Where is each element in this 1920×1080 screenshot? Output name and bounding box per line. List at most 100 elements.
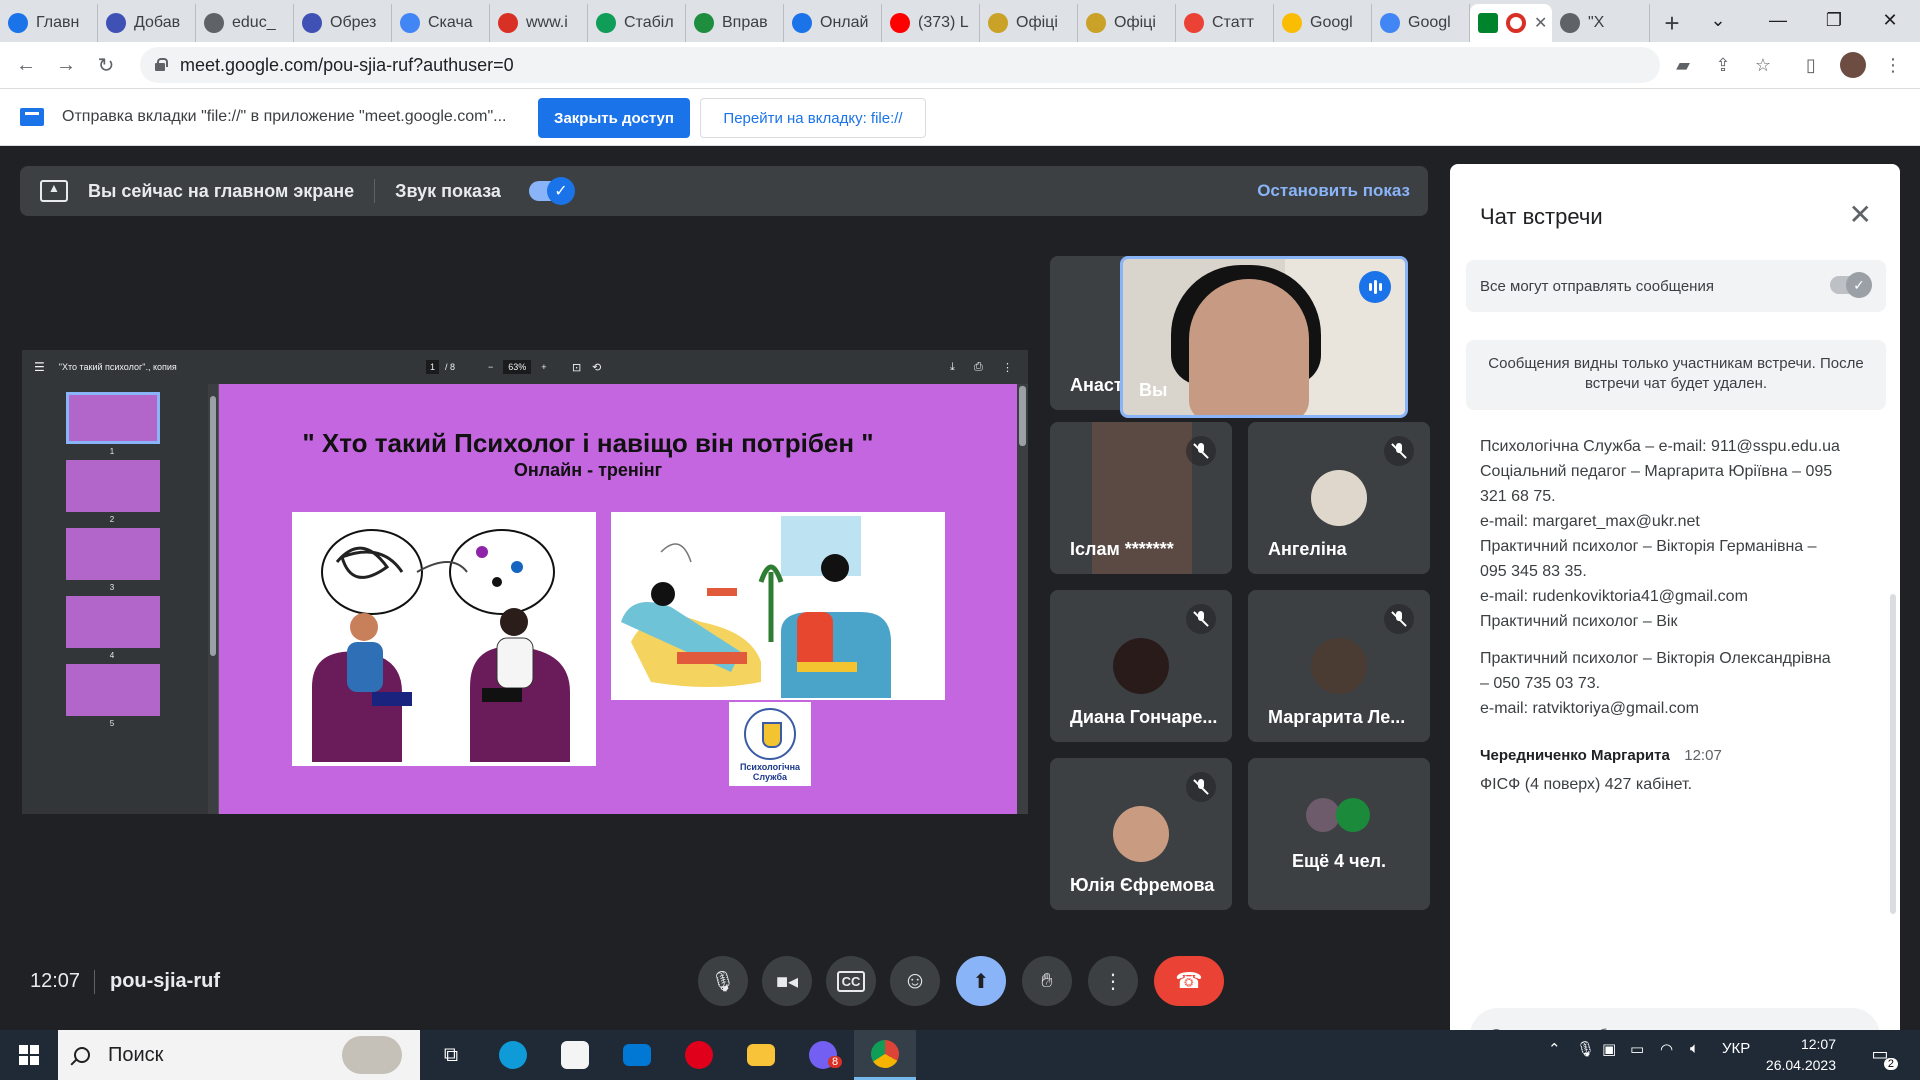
maximize-icon[interactable]: ❐ <box>1806 0 1862 40</box>
share-icon[interactable]: ⇪ <box>1708 50 1738 80</box>
present-now-button[interactable]: ⬆ <box>956 956 1006 1006</box>
zoom-out-icon[interactable]: − <box>488 362 493 372</box>
camera-icon: ■◂ <box>775 970 799 993</box>
browser-tab[interactable]: Обрез <box>294 4 392 42</box>
chat-messages: Психологічна Служба – e-mail: 911@sspu.e… <box>1480 434 1870 797</box>
new-tab-button[interactable]: + <box>1650 4 1694 42</box>
volume-icon[interactable]: 🔈︎ <box>1690 1040 1699 1057</box>
microphone-button[interactable]: 🎙︎ <box>698 956 748 1006</box>
browser-tab[interactable]: Статт <box>1176 4 1274 42</box>
pdf-thumbnail[interactable] <box>66 392 160 444</box>
pdf-thumbnail[interactable] <box>66 460 160 512</box>
browser-tab[interactable]: Добав <box>98 4 196 42</box>
switch-to-tab-button[interactable]: Перейти на вкладку: file:// <box>700 98 926 138</box>
browser-tab[interactable]: Стабіл <box>588 4 686 42</box>
address-bar[interactable]: meet.google.com/pou-sjia-ruf?authuser=0 <box>140 47 1660 83</box>
browser-tab[interactable]: www.i <box>490 4 588 42</box>
fit-page-icon[interactable]: ⊡ <box>572 361 581 374</box>
more-options-button[interactable]: ⋮ <box>1088 956 1138 1006</box>
profile-avatar[interactable] <box>1838 50 1868 80</box>
participant-tile[interactable]: Ангеліна <box>1248 422 1430 574</box>
self-tile[interactable]: Вы <box>1120 256 1408 418</box>
side-panel-icon[interactable]: ▯ <box>1796 50 1826 80</box>
globe-icon <box>1560 13 1580 33</box>
pdf-thumbnail[interactable] <box>66 664 160 716</box>
close-tab-icon[interactable]: ✕ <box>1534 13 1547 33</box>
browser-tab[interactable]: Скача <box>392 4 490 42</box>
browser-tab[interactable]: educ_ <box>196 4 294 42</box>
back-icon[interactable]: ← <box>6 45 46 85</box>
browser-tab-active[interactable]: ✕ <box>1470 4 1552 42</box>
thumbnail-scrollbar[interactable] <box>208 384 218 814</box>
tray-mic-icon[interactable]: 🎙︎ <box>1576 1040 1595 1058</box>
pdf-title: "Хто такий психолог"., копия <box>58 362 177 372</box>
taskbar-opera[interactable] <box>668 1030 730 1080</box>
tray-meet-icon[interactable]: ▣ <box>1602 1040 1616 1058</box>
taskbar-search[interactable]: Поиск <box>58 1030 420 1080</box>
camera-button[interactable]: ■◂ <box>762 956 812 1006</box>
task-view-button[interactable]: ⧉ <box>420 1030 482 1080</box>
pdf-page-input[interactable]: 1 <box>426 360 440 374</box>
taskbar-clock[interactable]: 12:07 26.04.2023 <box>1746 1034 1836 1076</box>
participant-tile[interactable]: Юлія Єфремова <box>1050 758 1232 910</box>
tab-search-icon[interactable]: ⌄ <box>1690 0 1746 40</box>
mic-off-icon <box>1384 436 1414 466</box>
browser-tab[interactable]: Главн <box>0 4 98 42</box>
reactions-button[interactable]: ☺ <box>890 956 940 1006</box>
chat-scrollbar[interactable] <box>1890 594 1896 914</box>
message-line: – 050 735 03 73. <box>1480 675 1601 692</box>
taskbar-mail[interactable] <box>606 1030 668 1080</box>
browser-tab[interactable]: (373) L <box>882 4 980 42</box>
download-icon[interactable]: ⤓ <box>950 361 955 374</box>
leave-call-button[interactable]: ☎︎ <box>1154 956 1224 1006</box>
browser-tab[interactable]: "X <box>1552 4 1650 42</box>
participant-tile[interactable]: Диана Гончаре... <box>1050 590 1232 742</box>
captions-button[interactable]: CC <box>826 956 876 1006</box>
tray-expand-icon[interactable]: ⌃ <box>1548 1040 1561 1058</box>
thumbnail-number: 4 <box>109 651 115 660</box>
taskbar-store[interactable] <box>544 1030 606 1080</box>
taskbar-edge[interactable] <box>482 1030 544 1080</box>
minimize-icon[interactable]: — <box>1750 0 1806 40</box>
chrome-menu-icon[interactable]: ⋮ <box>1878 50 1908 80</box>
more-participants-tile[interactable]: Ещё 4 чел. <box>1248 758 1430 910</box>
browser-tab[interactable]: Googl <box>1372 4 1470 42</box>
participant-tile[interactable]: Маргарита Ле... <box>1248 590 1430 742</box>
pdf-menu-icon[interactable]: ☰ <box>34 360 45 374</box>
camera-in-use-icon[interactable]: ▰ <box>1668 50 1698 80</box>
rotate-icon[interactable]: ⟲ <box>592 361 601 374</box>
pdf-thumbnail[interactable] <box>66 528 160 580</box>
pdf-more-icon[interactable]: ⋮ <box>1002 361 1013 374</box>
tab-title: "X <box>1588 14 1605 31</box>
participant-tile[interactable]: Іслам ******* <box>1050 422 1232 574</box>
chat-permission-toggle[interactable]: ✓ <box>1830 272 1872 298</box>
google-slides-icon <box>1282 13 1302 33</box>
browser-tab[interactable]: Googl <box>1274 4 1372 42</box>
taskbar-chrome[interactable] <box>854 1030 916 1080</box>
close-icon[interactable]: ✕ <box>1849 198 1872 231</box>
bookmark-star-icon[interactable]: ☆ <box>1748 50 1778 80</box>
pdf-thumbnail[interactable] <box>66 596 160 648</box>
taskbar-viber[interactable]: 8 <box>792 1030 854 1080</box>
notification-center-icon[interactable]: ▭ 2 <box>1866 1040 1898 1070</box>
stop-sharing-button[interactable]: Закрыть доступ <box>538 98 690 138</box>
window-close-icon[interactable]: ✕ <box>1862 0 1918 40</box>
browser-tab[interactable]: Офіці <box>1078 4 1176 42</box>
print-icon[interactable]: ⎙ <box>974 361 983 374</box>
battery-icon[interactable]: ▭ <box>1630 1040 1644 1058</box>
start-button[interactable] <box>0 1030 58 1080</box>
wifi-icon[interactable]: ◠ <box>1660 1040 1673 1058</box>
browser-tab[interactable]: Онлай <box>784 4 882 42</box>
presentation-audio-toggle[interactable]: ✓ <box>528 177 575 205</box>
pdf-zoom-value[interactable]: 63% <box>503 360 532 374</box>
tab-title: (373) L <box>918 14 969 31</box>
zoom-in-icon[interactable]: + <box>541 362 546 372</box>
taskbar-explorer[interactable] <box>730 1030 792 1080</box>
raise-hand-button[interactable]: ✋︎ <box>1022 956 1072 1006</box>
browser-tab[interactable]: Офіці <box>980 4 1078 42</box>
reload-icon[interactable]: ↻ <box>86 45 126 85</box>
page-scrollbar[interactable] <box>1017 384 1028 814</box>
stop-presenting-button[interactable]: Остановить показ <box>1257 181 1410 201</box>
browser-tab[interactable]: Вправ <box>686 4 784 42</box>
forward-icon[interactable]: → <box>46 45 86 85</box>
